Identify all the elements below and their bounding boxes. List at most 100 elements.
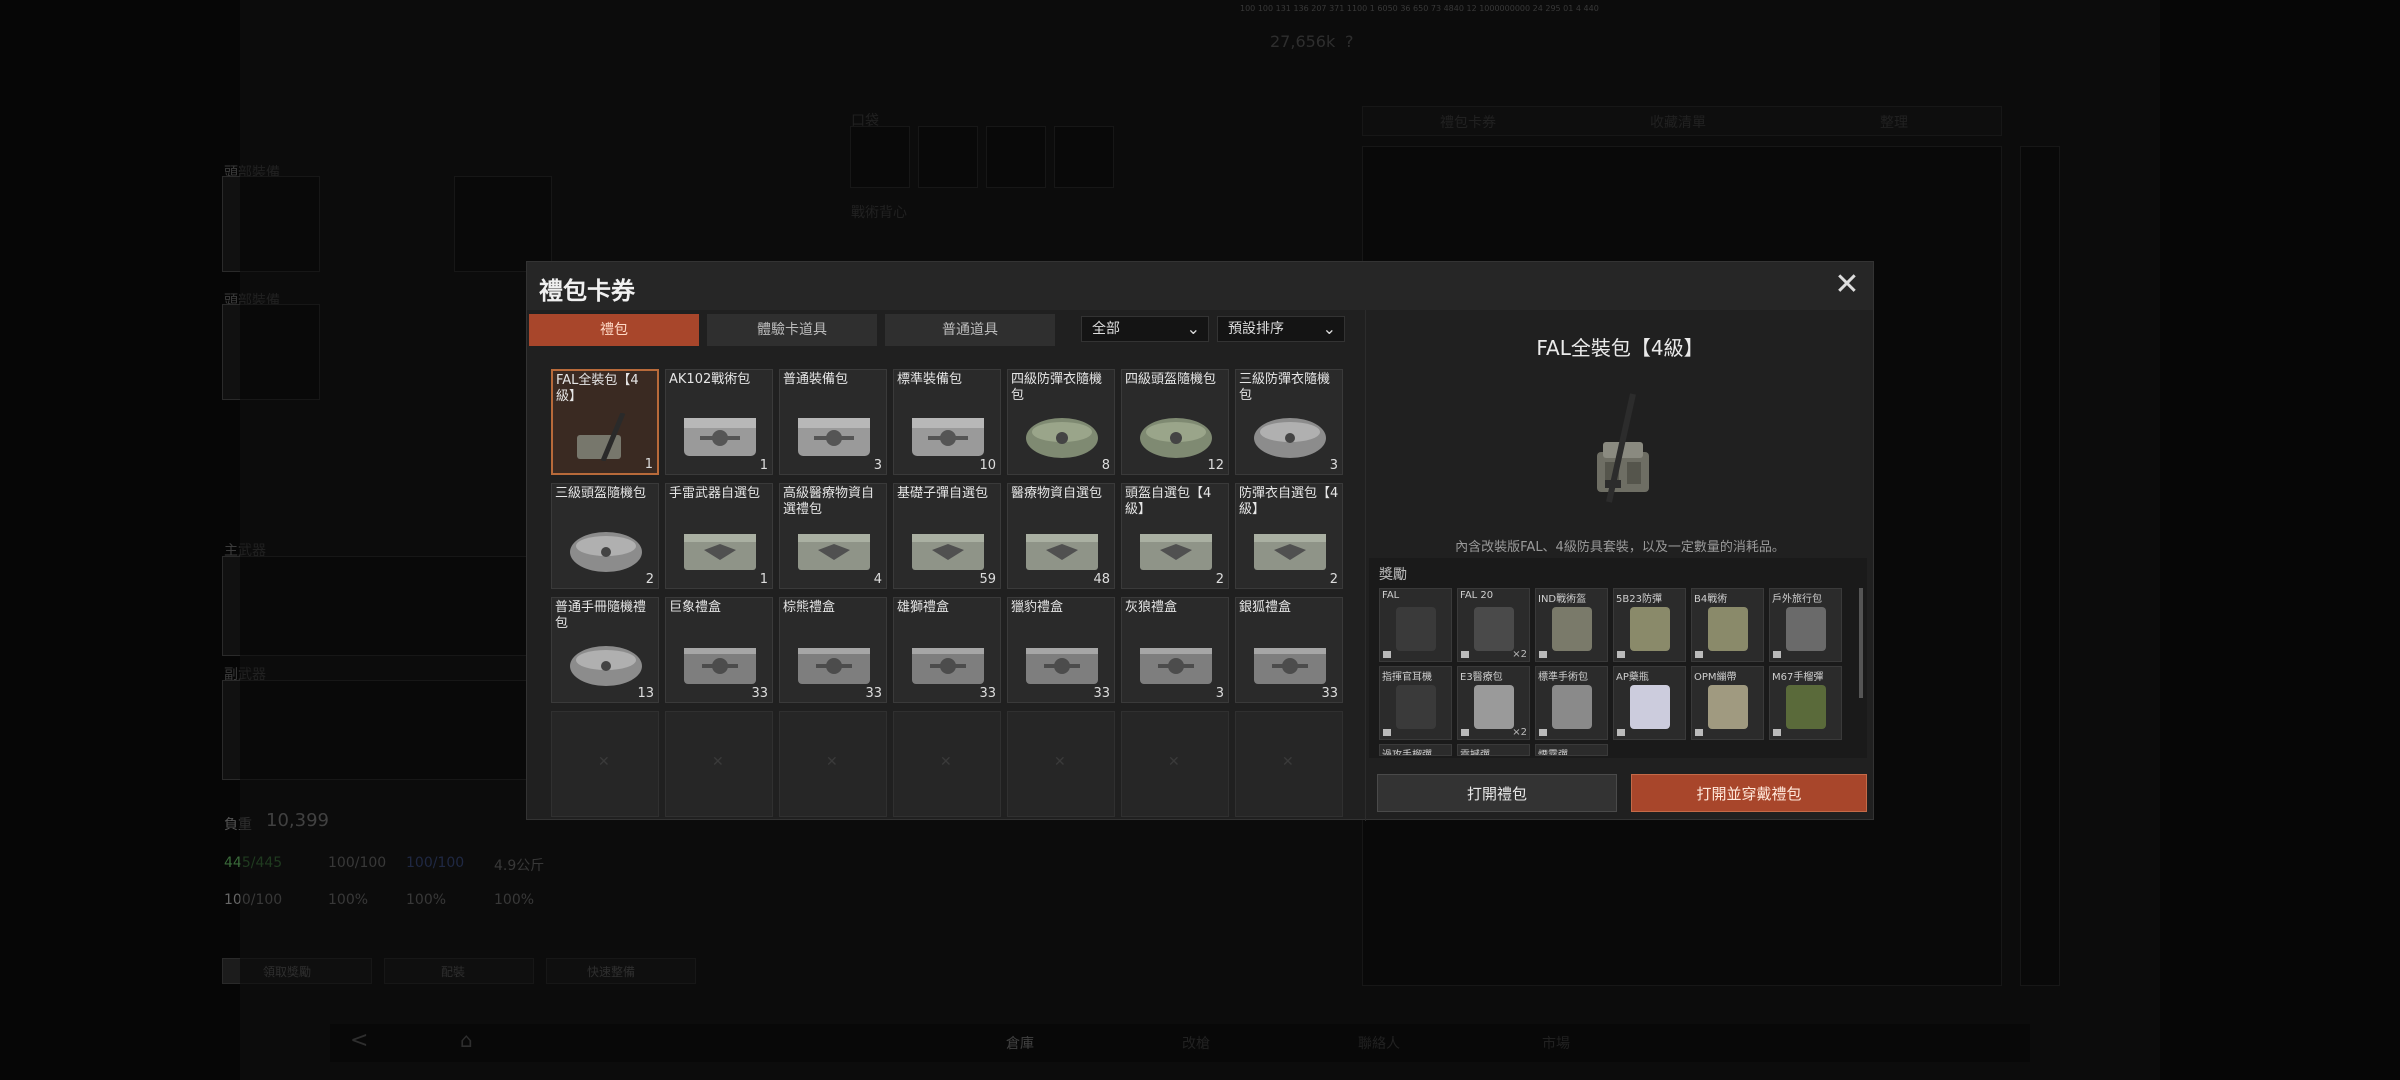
gift-item-card[interactable]: 灰狼禮盒 3 (1121, 597, 1229, 703)
box-icon (1539, 651, 1547, 658)
reward-item[interactable]: 煙霧彈 (1535, 744, 1608, 756)
reward-item[interactable]: 標準手術包 (1535, 666, 1608, 740)
reward-item[interactable]: 5B23防彈 (1613, 588, 1686, 662)
rewards-label: 獎勵 (1379, 567, 1407, 583)
empty-item-slot (551, 711, 659, 817)
gift-item-count: 13 (637, 686, 654, 701)
box-icon (1461, 729, 1469, 736)
gift-item-card[interactable]: FAL全裝包【4級】 1 (551, 369, 659, 475)
gift-item-image (577, 413, 626, 461)
reward-item-name: IND戰術盔 (1538, 594, 1587, 605)
gift-item-name: 棕熊禮盒 (783, 600, 836, 615)
reward-item[interactable]: E3醫療包 ×2 (1457, 666, 1530, 740)
box-icon (1461, 651, 1469, 658)
gift-item-card[interactable]: 基礎子彈自選包 59 (893, 483, 1001, 589)
gift-item-card[interactable]: AK102戰術包 1 (665, 369, 773, 475)
gift-item-count: 3 (1329, 458, 1338, 473)
gift-item-card[interactable]: 高級醫療物資自選禮包 4 (779, 483, 887, 589)
gift-item-card[interactable]: 巨象禮盒 33 (665, 597, 773, 703)
gift-item-image (1140, 418, 1212, 458)
gift-item-count: 10 (979, 458, 996, 473)
reward-item[interactable]: B4戰術 (1691, 588, 1764, 662)
close-icon[interactable]: ✕ (1831, 270, 1863, 302)
gift-item-image (798, 418, 870, 456)
gift-item-count: 3 (873, 458, 882, 473)
gift-item-image (1140, 534, 1212, 570)
gift-item-name: 頭盔自選包【4級】 (1125, 486, 1212, 517)
box-icon (1617, 651, 1625, 658)
reward-item[interactable]: FAL 20 ×2 (1457, 588, 1530, 662)
gift-item-card[interactable]: 雄獅禮盒 33 (893, 597, 1001, 703)
gift-item-name: 標準裝備包 (897, 372, 963, 387)
reward-item-quantity: ×2 (1512, 727, 1527, 738)
reward-item[interactable]: FAL (1379, 588, 1452, 662)
gift-item-count: 33 (751, 686, 768, 701)
game-screen: 100 100 131 136 207 371 1100 1 6050 36 6… (0, 0, 2400, 1080)
tab-trial-cards[interactable]: 體驗卡道具 (707, 314, 877, 346)
gift-item-card[interactable]: 醫療物資自選包 48 (1007, 483, 1115, 589)
reward-item[interactable]: 過攻手榴彈 (1379, 744, 1452, 756)
sort-dropdown[interactable]: 預設排序 ⌄ (1217, 316, 1345, 342)
gift-item-card[interactable]: 手雷武器自選包 1 (665, 483, 773, 589)
gift-item-image (684, 648, 756, 684)
reward-item[interactable]: 指揮官耳機 (1379, 666, 1452, 740)
gift-item-image (912, 648, 984, 684)
open-and-wear-button[interactable]: 打開並穿戴禮包 (1631, 774, 1867, 812)
gift-item-card[interactable]: 四級頭盔隨機包 12 (1121, 369, 1229, 475)
gift-item-card[interactable]: 普通裝備包 3 (779, 369, 887, 475)
gift-item-card[interactable]: 棕熊禮盒 33 (779, 597, 887, 703)
gift-item-image (912, 534, 984, 570)
box-icon (1383, 651, 1391, 658)
gift-item-card[interactable]: 標準裝備包 10 (893, 369, 1001, 475)
gift-item-count: 33 (1321, 686, 1338, 701)
tab-gift-packs[interactable]: 禮包 (529, 314, 699, 346)
reward-item-name: 震撼彈 (1460, 750, 1490, 756)
reward-item[interactable]: 戶外旅行包 (1769, 588, 1842, 662)
box-icon (1617, 729, 1625, 736)
reward-item[interactable]: IND戰術盔 (1535, 588, 1608, 662)
gift-item-card[interactable]: 三級頭盔隨機包 2 (551, 483, 659, 589)
reward-item[interactable]: AP藥瓶 (1613, 666, 1686, 740)
open-gift-button[interactable]: 打開禮包 (1377, 774, 1617, 812)
reward-item-quantity: ×2 (1512, 649, 1527, 660)
gift-item-card[interactable]: 四級防彈衣隨機包 8 (1007, 369, 1115, 475)
box-icon (1383, 729, 1391, 736)
gift-item-card[interactable]: 銀狐禮盒 33 (1235, 597, 1343, 703)
gift-item-image (912, 418, 984, 456)
gift-item-image (570, 646, 642, 686)
gift-item-name: 醫療物資自選包 (1011, 486, 1103, 501)
filter-dropdown[interactable]: 全部 ⌄ (1081, 316, 1209, 342)
gift-item-card[interactable]: 獵豹禮盒 33 (1007, 597, 1115, 703)
panel-divider (1365, 310, 1366, 821)
gift-item-count: 33 (865, 686, 882, 701)
reward-item-image (1552, 607, 1592, 651)
box-icon (1773, 651, 1781, 658)
gift-item-count: 1 (759, 572, 768, 587)
gift-item-name: 基礎子彈自選包 (897, 486, 989, 501)
gift-item-name: 銀狐禮盒 (1239, 600, 1292, 615)
filter-value: 全部 (1092, 321, 1120, 337)
gift-item-card[interactable]: 普通手冊隨機禮包 13 (551, 597, 659, 703)
gift-item-name: 三級頭盔隨機包 (555, 486, 647, 501)
gift-item-card[interactable]: 三級防彈衣隨機包 3 (1235, 369, 1343, 475)
gift-item-name: 手雷武器自選包 (669, 486, 761, 501)
gift-item-card[interactable]: 防彈衣自選包【4級】 2 (1235, 483, 1343, 589)
tab-normal-items[interactable]: 普通道具 (885, 314, 1055, 346)
gift-item-count: 4 (873, 572, 882, 587)
gift-item-count: 1 (644, 457, 653, 472)
empty-item-slot (1007, 711, 1115, 817)
gift-item-image (1026, 534, 1098, 570)
reward-item-image (1708, 607, 1748, 651)
reward-item-name: 標準手術包 (1538, 672, 1588, 683)
empty-item-slot (779, 711, 887, 817)
sort-value: 預設排序 (1228, 321, 1284, 337)
gift-item-card[interactable]: 頭盔自選包【4級】 2 (1121, 483, 1229, 589)
reward-item[interactable]: OPM繃帶 (1691, 666, 1764, 740)
rewards-scrollbar[interactable] (1859, 588, 1863, 698)
gift-item-image (1254, 534, 1326, 570)
reward-item[interactable]: 震撼彈 (1457, 744, 1530, 756)
gift-item-name: 四級防彈衣隨機包 (1011, 372, 1103, 403)
gift-item-name: 普通裝備包 (783, 372, 849, 387)
reward-item[interactable]: M67手榴彈 (1769, 666, 1842, 740)
gift-voucher-dialog: 禮包卡券 ✕ 禮包 體驗卡道具 普通道具 全部 ⌄ 預設排序 ⌄ FAL全裝包【… (526, 261, 1874, 821)
